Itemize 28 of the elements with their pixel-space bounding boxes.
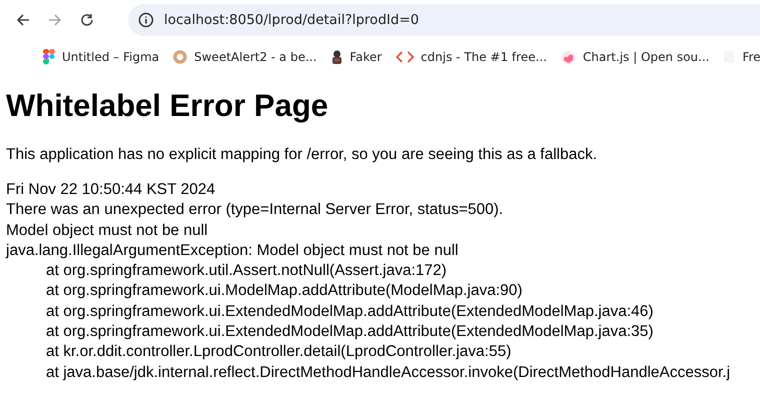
stack-trace-line: at org.springframework.util.Assert.notNull(Assert.java:172) xyxy=(45,261,448,282)
stack-trace-line: at org.springframework.ui.ExtendedModelMap.addAttribute(ExtendedModelMap.java:35) xyxy=(45,322,654,342)
mascot-icon xyxy=(330,50,343,64)
donut-icon xyxy=(173,50,188,64)
error-line: There was an unexpected error (type=Internal Server Error, status=500). xyxy=(6,200,504,220)
bookmark[interactable]: Faker xyxy=(330,50,382,64)
bookmark[interactable]: SweetAlert2 - a be... xyxy=(173,50,317,64)
address-bar[interactable]: localhost:8050/lprod/detail?lprodId=0 xyxy=(128,4,760,36)
error-line: java.lang.IllegalArgumentException: Model object must not be null xyxy=(6,240,460,261)
bookmark[interactable]: cdnjs - The #1 free... xyxy=(396,50,547,64)
back-arrow-icon xyxy=(16,13,30,27)
error-line: Model object must not be null xyxy=(6,220,209,241)
page-title: Whitelabel Error Page xyxy=(6,87,330,125)
error-line: Fri Nov 22 10:50:44 KST 2024 xyxy=(6,180,216,200)
stack-trace-line: at java.base/jdk.internal.reflect.DirectMethodHandleAccessor.invoke(DirectMethodHandleAccessor.j xyxy=(45,362,732,383)
info-icon xyxy=(138,12,154,28)
stack-trace-line: at org.springframework.ui.ExtendedModelMap.addAttribute(ExtendedModelMap.java:46) xyxy=(45,302,654,322)
code-brackets-icon xyxy=(396,51,414,63)
chart-logo-icon xyxy=(560,50,576,64)
stack-trace-line: at org.springframework.ui.ModelMap.addAttribute(ModelMap.java:90) xyxy=(45,281,524,302)
bookmark[interactable]: Fre xyxy=(723,50,760,64)
bookmark[interactable]: Untitled – Figma xyxy=(43,49,160,65)
reload-icon xyxy=(80,13,94,27)
figma-icon xyxy=(43,49,55,65)
bookmark[interactable]: Chart.js | Open sou... xyxy=(560,50,710,64)
stack-trace-line: at kr.or.ddit.controller.LprodController.detail(LprodController.java:55) xyxy=(45,342,512,362)
error-message: This application has no explicit mapping for /error, so you are seeing this as a fallback. xyxy=(6,146,598,164)
forward-arrow-icon xyxy=(48,13,62,27)
